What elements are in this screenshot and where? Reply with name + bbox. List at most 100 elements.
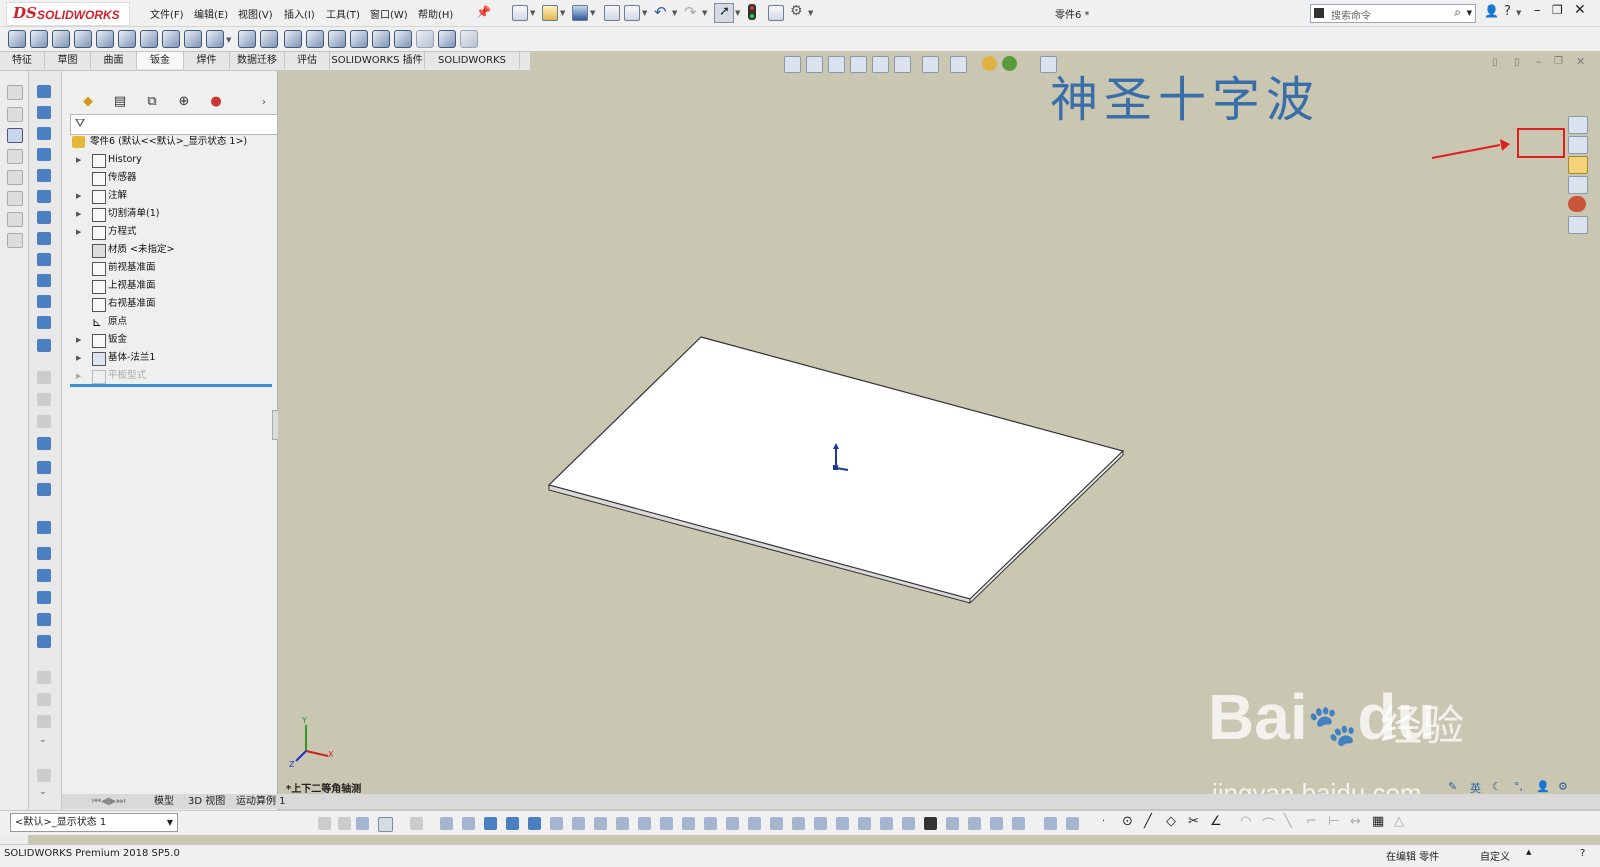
- edit-appearance-icon[interactable]: [982, 56, 997, 71]
- filter-notes-icon[interactable]: [770, 817, 783, 830]
- settings-icon[interactable]: ⚙: [1558, 780, 1568, 793]
- chevron-down-icon[interactable]: ▼: [808, 9, 813, 17]
- dimxpert-manager-tab-icon[interactable]: ⊕: [168, 91, 200, 113]
- expand-arrow-icon[interactable]: ▶: [76, 205, 81, 223]
- filter-dimensions-icon[interactable]: [704, 817, 717, 830]
- vent-icon[interactable]: [37, 415, 51, 428]
- display-style-icon[interactable]: [922, 56, 939, 73]
- copy-icon[interactable]: [37, 769, 51, 782]
- select-icon[interactable]: [378, 817, 393, 832]
- menu-help[interactable]: 帮助(H): [418, 6, 453, 21]
- dynamic-annotation-icon[interactable]: [872, 56, 889, 73]
- filter-clear-icon[interactable]: [338, 817, 351, 830]
- welded-corner-icon[interactable]: [37, 316, 51, 329]
- search-input[interactable]: 搜索命令 ⌕ ▼: [1310, 4, 1476, 23]
- chevron-down-icon[interactable]: ▼: [167, 814, 173, 831]
- filter-mesh-icon[interactable]: [990, 817, 1003, 830]
- edge-flange-icon[interactable]: [37, 148, 51, 161]
- new-document-icon[interactable]: [512, 5, 528, 21]
- chevron-down-icon[interactable]: ⌄: [39, 787, 47, 797]
- circle-icon[interactable]: ⊙: [1122, 814, 1133, 829]
- filter-surface-bodies-icon[interactable]: [506, 817, 519, 830]
- chevron-down-icon[interactable]: ▼: [530, 9, 535, 17]
- restore-icon[interactable]: ❐: [1552, 3, 1563, 17]
- chevron-down-icon[interactable]: ▼: [1516, 9, 1521, 17]
- filter-weld-symbols-icon[interactable]: [814, 817, 827, 830]
- apply-scene-icon[interactable]: [1002, 56, 1017, 71]
- gusset-icon[interactable]: [37, 613, 51, 626]
- configuration-select[interactable]: <默认>_显示状态 1 ▼: [10, 813, 178, 832]
- sketched-bend-icon[interactable]: [37, 232, 51, 245]
- expand-arrow-icon[interactable]: ▶: [76, 349, 81, 367]
- units-custom[interactable]: 自定义: [1480, 848, 1510, 863]
- filter-cosmetic-threads-icon[interactable]: [858, 817, 871, 830]
- chamfer-icon[interactable]: [206, 30, 224, 48]
- angle-icon[interactable]: ∠: [1210, 814, 1222, 829]
- menu-edit[interactable]: 编辑(E): [194, 6, 228, 21]
- trim-icon[interactable]: [7, 233, 23, 248]
- no-bends-icon[interactable]: [37, 521, 51, 534]
- previous-view-icon[interactable]: [828, 56, 845, 73]
- rebuild-icon[interactable]: [748, 4, 756, 20]
- feature-manager-tab-icon[interactable]: ◆: [72, 91, 104, 113]
- lofted-bend-icon[interactable]: [37, 127, 51, 140]
- base-flange-icon[interactable]: [37, 85, 51, 98]
- circle-icon[interactable]: [7, 170, 23, 185]
- file-explorer-icon[interactable]: [1568, 156, 1588, 174]
- viewport-single-icon[interactable]: ▯: [1514, 57, 1520, 68]
- filter-centerline-icon[interactable]: [682, 817, 695, 830]
- filter-selection-icon[interactable]: [356, 817, 369, 830]
- filter-center-marks-icon[interactable]: [660, 817, 673, 830]
- help-bubble-icon[interactable]: ?: [1580, 848, 1585, 859]
- chevron-right-icon[interactable]: ›: [248, 91, 280, 113]
- filter-misc-icon[interactable]: [1066, 817, 1079, 830]
- chevron-down-icon[interactable]: ▼: [702, 9, 707, 17]
- rectangle-icon[interactable]: [7, 149, 23, 164]
- extruded-cut-icon[interactable]: [96, 30, 114, 48]
- dimension-icon[interactable]: ⊢: [1328, 814, 1339, 829]
- linear-pattern-icon[interactable]: [328, 30, 346, 48]
- revolved-boss-icon[interactable]: [30, 30, 48, 48]
- rip-icon[interactable]: [37, 547, 51, 560]
- filter-connection-points-icon[interactable]: [924, 817, 937, 830]
- chevron-down-icon[interactable]: ⌄: [39, 735, 47, 745]
- tab-data-migration[interactable]: 数据迁移: [230, 52, 285, 69]
- rollback-bar[interactable]: [70, 384, 272, 387]
- filter-gtol-icon[interactable]: [748, 817, 761, 830]
- file-properties-icon[interactable]: [768, 5, 784, 21]
- closed-corner-icon[interactable]: [37, 295, 51, 308]
- filter-edges-icon[interactable]: [462, 817, 475, 830]
- expand-arrow-icon[interactable]: ▶: [76, 151, 81, 169]
- redo-icon[interactable]: ↷: [684, 3, 697, 21]
- chevron-down-icon[interactable]: ▼: [642, 9, 647, 17]
- flatten-icon[interactable]: [37, 483, 51, 496]
- filter-midpoints-icon[interactable]: [638, 817, 651, 830]
- tab-evaluate[interactable]: 评估: [285, 52, 330, 69]
- filter-balloons-icon[interactable]: [792, 817, 805, 830]
- line-icon[interactable]: ╱: [1144, 814, 1152, 829]
- expand-arrow-icon[interactable]: ▶: [76, 223, 81, 241]
- view-orientation-icon[interactable]: [894, 56, 911, 73]
- zoom-to-fit-icon[interactable]: [784, 56, 801, 73]
- mirror-icon[interactable]: [350, 30, 368, 48]
- hem-icon[interactable]: [37, 190, 51, 203]
- expand-arrow-icon[interactable]: ▶: [76, 367, 81, 385]
- smart-dimension-icon[interactable]: [7, 107, 23, 122]
- chevron-down-icon[interactable]: ▼: [672, 9, 677, 17]
- expand-arrow-icon[interactable]: ▶: [76, 187, 81, 205]
- forming-tool-icon[interactable]: [37, 339, 51, 352]
- expand-arrow-icon[interactable]: ▶: [76, 331, 81, 349]
- filter-datum-targets-icon[interactable]: [836, 817, 849, 830]
- wrap-icon[interactable]: [372, 30, 390, 48]
- horizontal-dimension-icon[interactable]: ↔: [1350, 814, 1361, 829]
- unfold-icon[interactable]: [37, 437, 51, 450]
- filter-dowel-pins-icon[interactable]: [902, 817, 915, 830]
- display-manager-tab-icon[interactable]: ●: [200, 91, 232, 113]
- undo-icon[interactable]: ↶: [654, 3, 667, 21]
- swept-boss-icon[interactable]: [52, 30, 70, 48]
- reference-geometry-icon[interactable]: [416, 30, 434, 48]
- open-folder-icon[interactable]: [542, 5, 558, 21]
- select-icon[interactable]: ➚: [714, 3, 734, 23]
- chevron-down-icon[interactable]: ▼: [590, 9, 595, 17]
- select-other-icon[interactable]: [410, 817, 423, 830]
